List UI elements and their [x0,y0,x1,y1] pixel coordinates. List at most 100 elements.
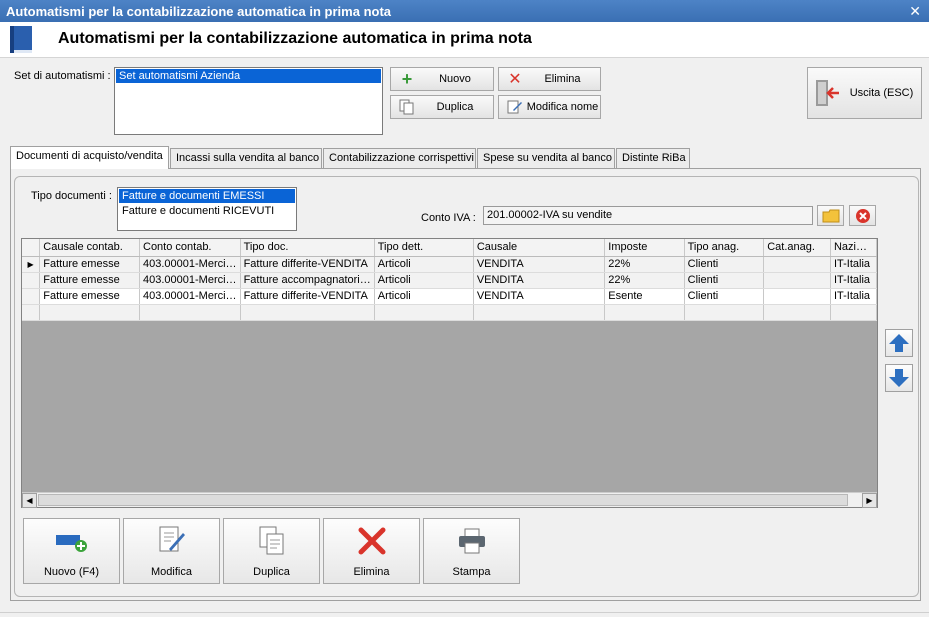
col-imposte[interactable]: Imposte [604,239,685,257]
cell[interactable]: Clienti [684,256,765,273]
cell[interactable]: 403.00001-Merci… [139,272,241,289]
cell[interactable]: Esente [604,288,685,305]
cell[interactable]: 22% [604,272,685,289]
window-titlebar: Automatismi per la contabilizzazione aut… [0,0,929,22]
conto-iva-field[interactable]: 201.00002-IVA su vendite [483,206,813,225]
tipo-documenti-item-emessi[interactable]: Fatture e documenti EMESSI [119,189,295,203]
cell[interactable]: VENDITA [473,272,606,289]
cell[interactable] [39,304,140,321]
tipo-documenti-label: Tipo documenti : [31,190,112,202]
scroll-thumb[interactable] [38,494,848,506]
close-icon[interactable]: ✕ [909,3,921,20]
folder-button[interactable] [817,205,844,226]
modifica-nome-button[interactable]: Modifica nome [498,95,601,119]
cell[interactable]: Articoli [374,256,474,273]
cell[interactable] [763,272,831,289]
duplica-set-button[interactable]: Duplica [390,95,494,119]
stampa-button[interactable]: Stampa [423,518,520,584]
cell[interactable]: VENDITA [473,256,606,273]
page-title: Automatismi per la contabilizzazione aut… [58,30,532,47]
tab-documenti[interactable]: Documenti di acquisto/vendita [10,146,169,169]
cell[interactable]: Fatture emesse [39,256,140,273]
data-grid[interactable]: Causale contab. Conto contab. Tipo doc. … [21,238,878,508]
row-header [22,288,41,305]
tab-corrispettivi[interactable]: Contabilizzazione corrispettivi [323,148,476,168]
tipo-documenti-item-ricevuti[interactable]: Fatture e documenti RICEVUTI [119,204,295,218]
cell[interactable]: Clienti [684,288,765,305]
uscita-button[interactable]: Uscita (ESC) [807,67,922,119]
row-header-corner [22,239,41,257]
set-label: Set di automatismi : [14,70,111,82]
move-up-button[interactable] [885,329,913,357]
col-tipo-anag[interactable]: Tipo anag. [684,239,765,257]
tab-incassi[interactable]: Incassi sulla vendita al banco [170,148,322,168]
cell[interactable]: IT-Italia [830,288,877,305]
col-tipo-doc[interactable]: Tipo doc. [240,239,375,257]
current-row-indicator-icon: ▶ [22,256,41,273]
window-title: Automatismi per la contabilizzazione aut… [6,4,392,19]
edit-icon [505,98,525,116]
scroll-left-icon[interactable]: ◀ [22,493,37,508]
cell[interactable] [604,304,685,321]
cell[interactable] [763,304,831,321]
cell[interactable]: IT-Italia [830,272,877,289]
horizontal-scrollbar[interactable]: ◀ ▶ [22,492,877,508]
cell[interactable] [684,304,765,321]
cell[interactable]: Fatture differite-VENDITA [240,288,375,305]
set-listbox[interactable]: Set automatismi Azienda [114,67,383,135]
clear-button[interactable] [849,205,876,226]
table-row[interactable]: ▶ Fatture emesse 403.00001-Merci… Fattur… [22,256,877,273]
duplica-button[interactable]: Duplica [223,518,320,584]
nuovo-set-button[interactable]: + Nuovo [390,67,494,91]
modifica-button[interactable]: Modifica [123,518,220,584]
tab-spese[interactable]: Spese su vendita al banco [477,148,615,168]
tab-riba[interactable]: Distinte RiBa [616,148,690,168]
printer-icon [452,524,492,558]
table-row[interactable]: Fatture emesse 403.00001-Merci… Fatture … [22,272,877,289]
plus-icon: + [401,68,413,89]
cell[interactable] [473,304,606,321]
page-header: Automatismi per la contabilizzazione aut… [0,22,929,58]
cell[interactable] [139,304,241,321]
move-down-button[interactable] [885,364,913,392]
cell[interactable]: Fatture emesse [39,288,140,305]
col-causale-contab[interactable]: Causale contab. [39,239,140,257]
cell[interactable]: Articoli [374,272,474,289]
cell[interactable]: 403.00001-Merci… [139,288,241,305]
col-causale[interactable]: Causale [473,239,606,257]
grid-header-row: Causale contab. Conto contab. Tipo doc. … [22,239,877,257]
elimina-button[interactable]: Elimina [323,518,420,584]
delete-x-icon: ✕ [508,71,522,88]
cell[interactable]: Fatture accompagnatori… [240,272,375,289]
arrow-up-icon [889,334,909,352]
cell[interactable] [830,304,877,321]
cell[interactable]: Articoli [374,288,474,305]
conto-iva-label: Conto IVA : [421,212,476,224]
col-tipo-dett[interactable]: Tipo dett. [374,239,474,257]
cell[interactable] [374,304,474,321]
elimina-set-button[interactable]: ✕ Elimina [498,67,601,91]
col-nazione[interactable]: Nazione [830,239,877,257]
cell[interactable]: VENDITA [473,288,606,305]
book-icon [10,26,32,53]
set-item-selected[interactable]: Set automatismi Azienda [116,69,381,83]
col-conto-contab[interactable]: Conto contab. [139,239,241,257]
tipo-documenti-listbox[interactable]: Fatture e documenti EMESSI Fatture e doc… [117,187,297,231]
cell[interactable]: Clienti [684,272,765,289]
cell[interactable]: 22% [604,256,685,273]
cancel-circle-icon [855,208,870,223]
nuovo-f4-button[interactable]: Nuovo (F4) [23,518,120,584]
cell[interactable] [763,256,831,273]
cell[interactable]: IT-Italia [830,256,877,273]
cell[interactable] [763,288,831,305]
col-cat-anag[interactable]: Cat.anag. [763,239,831,257]
cell[interactable] [240,304,375,321]
cell[interactable]: Fatture differite-VENDITA [240,256,375,273]
scroll-right-icon[interactable]: ▶ [862,493,877,508]
copy-document-icon [252,524,292,558]
table-row[interactable]: Fatture emesse 403.00001-Merci… Fatture … [22,288,877,305]
cell[interactable]: 403.00001-Merci… [139,256,241,273]
table-row-new[interactable] [22,304,877,321]
cell[interactable]: Fatture emesse [39,272,140,289]
row-header [22,304,41,321]
